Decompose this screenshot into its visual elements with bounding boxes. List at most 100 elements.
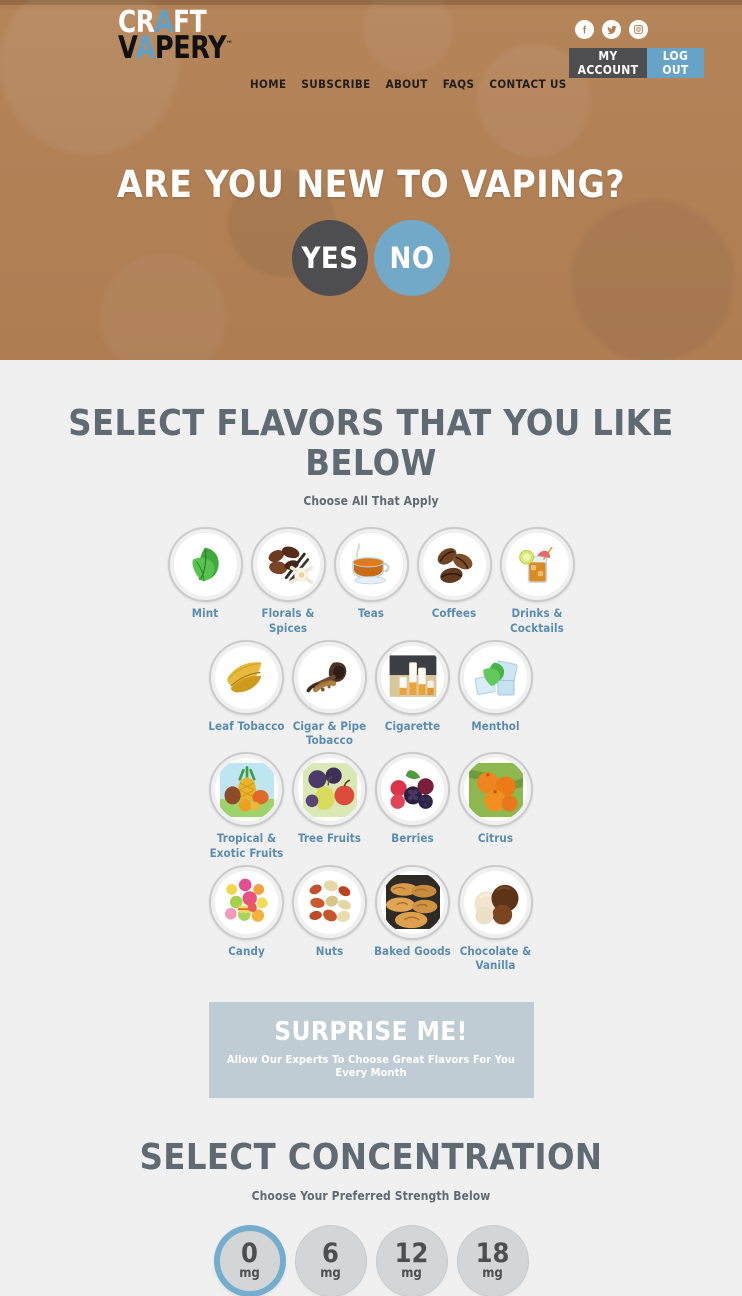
flavor-option-menthol[interactable]: Menthol <box>456 639 535 734</box>
main-content: SELECT FLAVORS THAT YOU LIKE BELOW Choos… <box>0 360 742 1296</box>
flavor-label: Florals & Spices <box>261 606 315 635</box>
concentration-value: 12 <box>394 1237 429 1269</box>
flavor-circle[interactable] <box>458 639 533 715</box>
new-to-vaping-no-button[interactable]: NO <box>374 220 450 296</box>
flavor-row: Mint Florals & Spices Teas Coffees Drink… <box>0 527 742 635</box>
flavor-circle[interactable] <box>292 864 367 940</box>
concentration-option-12mg[interactable]: 12 mg <box>376 1225 447 1296</box>
flavor-circle[interactable] <box>499 527 575 603</box>
flavor-label: Cigarette <box>384 718 441 733</box>
instagram-icon[interactable] <box>629 20 648 39</box>
nav-item-home[interactable]: HOME <box>250 77 286 91</box>
flavor-circle[interactable] <box>292 639 367 715</box>
concentration-section-subtitle: Choose Your Preferred Strength Below <box>251 1188 491 1203</box>
flavor-circle[interactable] <box>209 639 284 715</box>
pipe-icon <box>298 645 361 709</box>
flavor-option-leaf-tobacco[interactable]: Leaf Tobacco <box>207 639 286 734</box>
trademark-mark: ™ <box>226 39 233 49</box>
flavor-option-baked-goods[interactable]: Baked Goods <box>373 864 452 959</box>
twitter-icon[interactable] <box>602 20 621 39</box>
cigarettes-icon <box>381 645 444 709</box>
chocolate-vanilla-flower-icon <box>256 533 320 597</box>
concentration-unit: mg <box>320 1266 341 1282</box>
nav-item-faqs[interactable]: FAQS <box>443 77 475 91</box>
main-nav: HOME SUBSCRIBE ABOUT FAQS CONTACT US <box>250 77 567 91</box>
flavor-label: Drinks & Cocktails <box>510 606 564 635</box>
log-out-button[interactable]: LOG OUT <box>647 48 704 78</box>
candies-icon <box>215 870 278 934</box>
concentration-option-6mg[interactable]: 6 mg <box>295 1225 366 1296</box>
oranges-icon <box>464 758 527 822</box>
coffee-beans-icon <box>422 533 486 597</box>
concentration-value: 0 <box>241 1237 258 1269</box>
concentration-unit: mg <box>401 1266 422 1282</box>
concentration-option-18mg[interactable]: 18 mg <box>457 1225 528 1296</box>
hero-choice-buttons: YES NO <box>0 220 742 296</box>
flavor-option-tree-fruits[interactable]: Tree Fruits <box>290 752 369 846</box>
flavor-label: Berries <box>391 831 434 846</box>
teacup-icon <box>339 533 403 597</box>
flavor-option-coffees[interactable]: Coffees <box>415 527 494 621</box>
flavor-option-cigarette[interactable]: Cigarette <box>373 639 452 734</box>
flavor-circle[interactable] <box>458 752 533 828</box>
flavor-label: Menthol <box>471 718 520 733</box>
flavor-option-tropical-exotic-fruits[interactable]: Tropical & Exotic Fruits <box>207 752 286 860</box>
nav-item-contact-us[interactable]: CONTACT US <box>489 77 566 91</box>
flavor-label: Teas <box>357 606 385 621</box>
tobacco-leaf-icon <box>215 645 278 709</box>
nav-item-about[interactable]: ABOUT <box>386 77 428 91</box>
flavor-label: Tropical & Exotic Fruits <box>209 831 284 860</box>
flavor-option-cigar-pipe-tobacco[interactable]: Cigar & Pipe Tobacco <box>290 639 369 748</box>
concentration-value: 18 <box>475 1237 510 1269</box>
flavor-option-mint[interactable]: Mint <box>166 527 245 621</box>
hero-header: CRAFT VAPERY™ MY ACCOUNT LOG OUT HOME SU… <box>0 0 742 360</box>
flavor-circle[interactable] <box>375 752 450 828</box>
pineapple-mango-icon <box>215 758 278 822</box>
flavor-circle[interactable] <box>375 639 450 715</box>
flavor-label: Coffees <box>431 606 477 621</box>
flavor-circle[interactable] <box>458 864 533 940</box>
flavor-circle[interactable] <box>209 752 284 828</box>
my-account-button[interactable]: MY ACCOUNT <box>569 48 647 78</box>
flavor-option-florals-spices[interactable]: Florals & Spices <box>249 527 328 635</box>
flavor-option-chocolate-vanilla[interactable]: Chocolate & Vanilla <box>456 864 535 973</box>
flavor-option-citrus[interactable]: Citrus <box>456 752 535 846</box>
mixed-berries-icon <box>381 758 444 822</box>
site-logo[interactable]: CRAFT VAPERY™ <box>118 8 243 66</box>
flavor-row: Tropical & Exotic Fruits Tree Fruits Ber… <box>0 752 742 860</box>
flavor-circle[interactable] <box>167 527 243 603</box>
flavor-label: Candy <box>228 943 265 958</box>
nav-item-subscribe[interactable]: SUBSCRIBE <box>301 77 370 91</box>
flavor-circle[interactable] <box>209 864 284 940</box>
mint-ice-icon <box>464 645 527 709</box>
flavor-circle[interactable] <box>292 752 367 828</box>
flavor-label: Tree Fruits <box>297 831 362 846</box>
cocktail-glass-icon <box>505 533 569 597</box>
flavor-label: Citrus <box>477 831 514 846</box>
flavor-circle[interactable] <box>333 527 409 603</box>
flavor-option-nuts[interactable]: Nuts <box>290 864 369 959</box>
logo-line-vapery: VAPERY™ <box>118 29 233 66</box>
new-to-vaping-yes-button[interactable]: YES <box>292 220 368 296</box>
flavors-section-title: SELECT FLAVORS THAT YOU LIKE BELOW <box>68 403 674 484</box>
flavor-label: Baked Goods <box>374 943 451 958</box>
mixed-nuts-icon <box>298 870 361 934</box>
concentration-option-0mg[interactable]: 0 mg <box>214 1225 285 1296</box>
flavor-circle[interactable] <box>416 527 492 603</box>
flavor-row: Leaf Tobacco Cigar & Pipe Tobacco Cigare… <box>0 639 742 748</box>
flavor-option-candy[interactable]: Candy <box>207 864 286 959</box>
facebook-icon[interactable] <box>575 20 594 39</box>
flavor-option-teas[interactable]: Teas <box>332 527 411 621</box>
flavor-circle[interactable] <box>375 864 450 940</box>
flavor-option-berries[interactable]: Berries <box>373 752 452 846</box>
surprise-me-title: SURPRISE ME! <box>274 1016 468 1047</box>
flavor-label: Cigar & Pipe Tobacco <box>292 718 367 748</box>
flavor-circle[interactable] <box>250 527 326 603</box>
pear-apple-plum-icon <box>298 758 361 822</box>
flavor-option-drinks-cocktails[interactable]: Drinks & Cocktails <box>498 527 577 635</box>
surprise-me-banner[interactable]: SURPRISE ME! Allow Our Experts To Choose… <box>208 1001 534 1098</box>
concentration-section: SELECT CONCENTRATION Choose Your Preferr… <box>0 1138 742 1296</box>
flavor-label: Mint <box>191 606 219 621</box>
flavor-label: Leaf Tobacco <box>208 718 285 733</box>
concentration-unit: mg <box>482 1266 503 1282</box>
